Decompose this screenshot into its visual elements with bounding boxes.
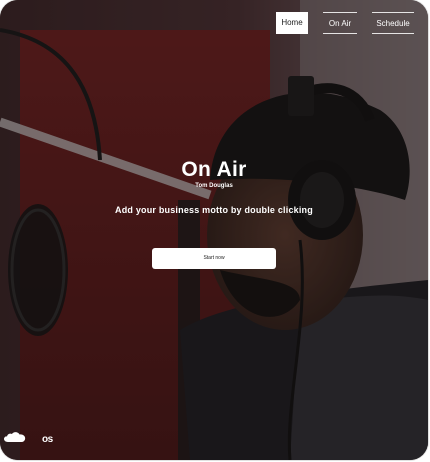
hero-subtitle: Tom Douglas: [195, 183, 233, 189]
hero-motto: Add your business motto by double clicki…: [115, 205, 313, 215]
top-nav: Home On Air Schedule: [276, 12, 414, 34]
lastfm-icon[interactable]: os: [42, 434, 53, 445]
soundcloud-icon[interactable]: [4, 430, 26, 448]
nav-schedule[interactable]: Schedule: [372, 12, 414, 34]
hero-image: [0, 0, 428, 460]
hero-title: On Air: [181, 158, 247, 181]
nav-on-air[interactable]: On Air: [323, 12, 357, 34]
nav-home[interactable]: Home: [276, 12, 308, 34]
social-links: os: [4, 430, 53, 448]
site-preview: Home On Air Schedule On Air Tom Douglas …: [0, 0, 428, 460]
start-now-button[interactable]: Start now: [152, 248, 276, 269]
